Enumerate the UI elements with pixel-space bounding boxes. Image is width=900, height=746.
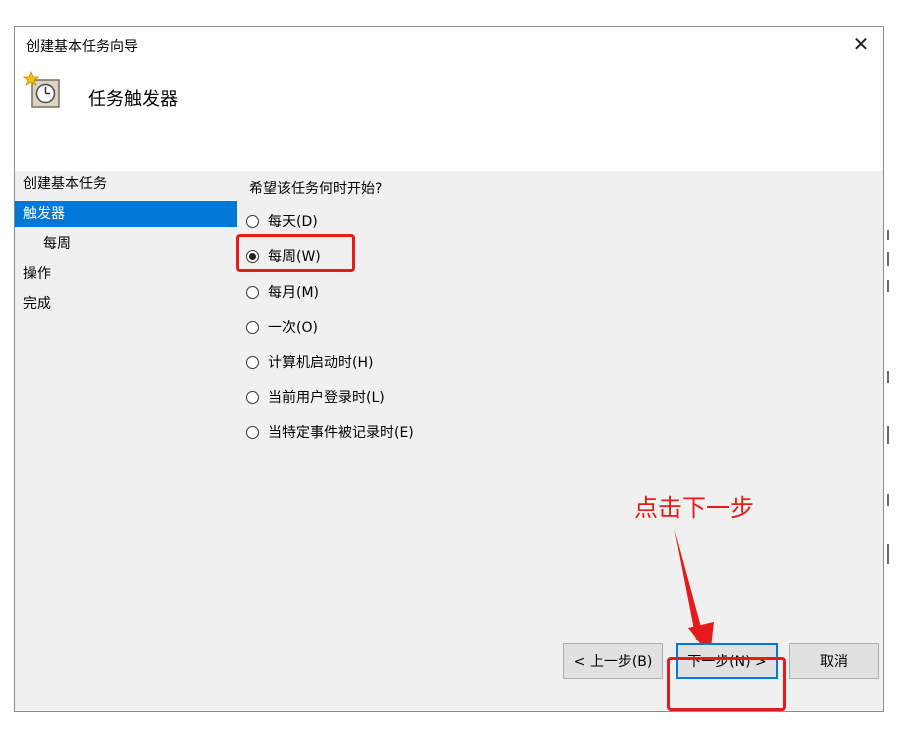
option-label: 每月(M): [268, 285, 320, 301]
task-wizard-dialog: 创建基本任务向导 ✕ 任务触发器 创建基本任务 触发器 每周 操作 完成 希望该…: [14, 26, 884, 712]
background-window-edge: [885, 26, 900, 716]
annotation-arrow-icon: [674, 528, 714, 656]
option-daily[interactable]: 每天(D): [246, 209, 318, 233]
trigger-question: 希望该任务何时开始?: [249, 181, 383, 197]
option-label: 当特定事件被记录时(E): [268, 425, 414, 441]
option-once[interactable]: 一次(O): [246, 315, 318, 339]
option-label: 每天(D): [268, 214, 318, 230]
window-title: 创建基本任务向导: [26, 39, 138, 55]
weekly-highlight-box: [236, 234, 355, 272]
radio-button[interactable]: [246, 355, 259, 369]
option-label: 一次(O): [268, 320, 318, 336]
sidebar-item-trigger[interactable]: 触发器: [15, 201, 237, 227]
option-on-startup[interactable]: 计算机启动时(H): [246, 350, 373, 374]
sidebar-item-label: 操作: [23, 266, 51, 282]
sidebar-item-finish[interactable]: 完成: [15, 291, 237, 317]
option-on-event[interactable]: 当特定事件被记录时(E): [246, 420, 414, 444]
sidebar-item-create-task[interactable]: 创建基本任务: [15, 171, 237, 197]
dialog-header: 创建基本任务向导 ✕ 任务触发器: [15, 27, 883, 171]
sidebar-item-label: 创建基本任务: [23, 176, 107, 192]
back-button[interactable]: < 上一步(B): [563, 643, 663, 679]
sidebar-item-weekly[interactable]: 每周: [15, 231, 237, 257]
radio-button[interactable]: [246, 390, 259, 404]
sidebar-item-label: 触发器: [23, 206, 65, 222]
option-monthly[interactable]: 每月(M): [246, 280, 319, 304]
sidebar-item-label: 每周: [43, 236, 71, 252]
page-heading: 任务触发器: [88, 89, 178, 110]
option-label: 当前用户登录时(L): [268, 390, 385, 406]
option-label: 计算机启动时(H): [268, 355, 374, 371]
close-icon[interactable]: ✕: [849, 32, 873, 56]
sidebar-item-label: 完成: [23, 296, 51, 312]
radio-button[interactable]: [246, 214, 259, 228]
cancel-button[interactable]: 取消: [789, 643, 879, 679]
next-highlight-box: [667, 657, 786, 711]
annotation-text: 点击下一步: [634, 494, 754, 522]
wizard-steps-sidebar: 创建基本任务 触发器 每周 操作 完成: [15, 171, 237, 711]
radio-button[interactable]: [246, 425, 259, 439]
radio-button[interactable]: [246, 320, 259, 334]
option-on-logon[interactable]: 当前用户登录时(L): [246, 385, 385, 409]
clock-star-icon: [23, 71, 60, 108]
radio-button[interactable]: [246, 285, 259, 299]
sidebar-item-action[interactable]: 操作: [15, 261, 237, 287]
